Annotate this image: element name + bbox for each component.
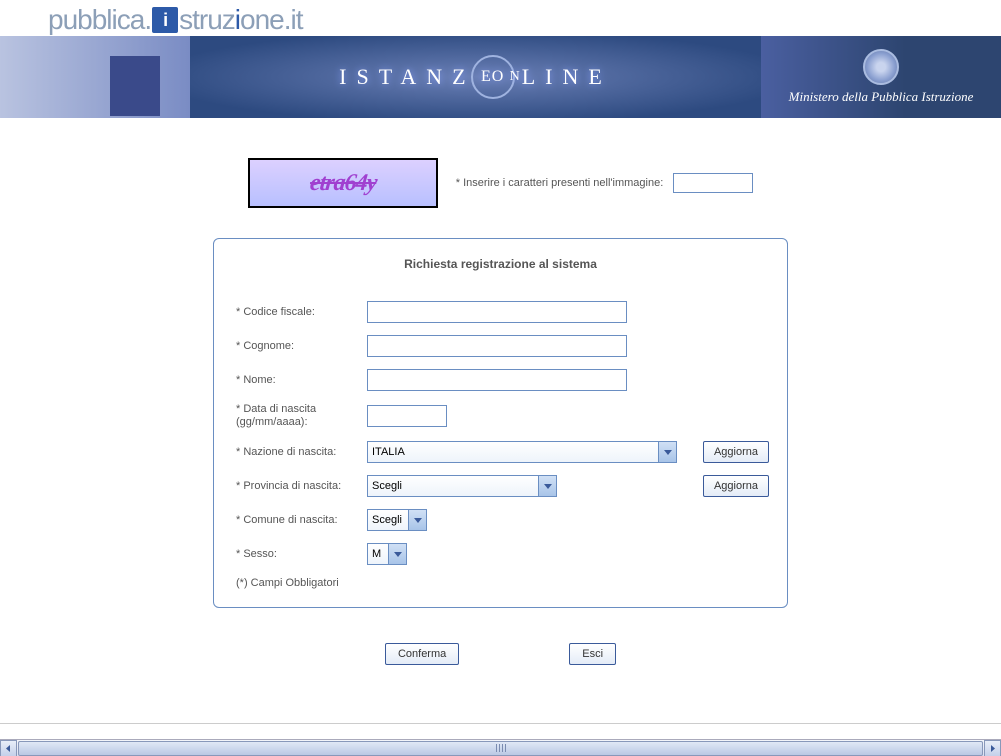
banner-left xyxy=(0,36,190,118)
page: pubblica . i struz i one .it ISTANZ EO N… xyxy=(0,0,1001,724)
banner-center: ISTANZ EO N LINE xyxy=(190,36,761,118)
header-top: pubblica . i struz i one .it xyxy=(0,0,1001,36)
label-cognome: * Cognome: xyxy=(232,340,367,352)
banner-decor-block xyxy=(110,56,160,116)
input-nome[interactable] xyxy=(367,369,627,391)
aggiorna-nazione-button[interactable]: Aggiorna xyxy=(703,441,769,463)
input-codice-fiscale[interactable] xyxy=(367,301,627,323)
label-nome: * Nome: xyxy=(232,374,367,386)
scroll-thumb[interactable] xyxy=(18,741,983,756)
select-nazione[interactable]: ITALIA xyxy=(367,441,677,463)
row-nome: * Nome: xyxy=(232,369,769,391)
scroll-left-button[interactable] xyxy=(0,740,17,756)
label-nazione: * Nazione di nascita: xyxy=(232,446,367,458)
logo-icon: i xyxy=(152,7,178,33)
registration-form: Richiesta registrazione al sistema * Cod… xyxy=(213,238,788,608)
logo-text-3: one xyxy=(240,4,284,36)
row-cognome: * Cognome: xyxy=(232,335,769,357)
scroll-track[interactable] xyxy=(17,740,984,756)
logo-tld: .it xyxy=(284,4,303,36)
captcha-row: etra64y * Inserire i caratteri presenti … xyxy=(248,158,754,208)
captcha-input[interactable] xyxy=(673,173,753,193)
select-nazione-wrapper: ITALIA xyxy=(367,441,677,463)
logo-text-1: pubblica xyxy=(48,4,144,36)
content: etra64y * Inserire i caratteri presenti … xyxy=(0,118,1001,665)
esci-button[interactable]: Esci xyxy=(569,643,616,665)
select-comune[interactable]: Scegli xyxy=(367,509,427,531)
select-provincia[interactable]: Scegli xyxy=(367,475,557,497)
row-comune: * Comune di nascita: Scegli xyxy=(232,509,769,531)
banner-title-post: LINE xyxy=(522,64,612,90)
row-provincia: * Provincia di nascita: Scegli Aggiorna xyxy=(232,475,769,497)
select-provincia-wrapper: Scegli xyxy=(367,475,557,497)
aggiorna-provincia-button[interactable]: Aggiorna xyxy=(703,475,769,497)
scroll-grip-icon xyxy=(496,744,506,752)
banner-title: ISTANZ EO N LINE xyxy=(339,55,612,99)
label-codice-fiscale: * Codice fiscale: xyxy=(232,306,367,318)
captcha-label: * Inserire i caratteri presenti nell'imm… xyxy=(456,177,664,189)
main: etra64y * Inserire i caratteri presenti … xyxy=(0,118,1001,665)
emblem-icon xyxy=(863,49,899,85)
logo-dot: . xyxy=(144,4,151,36)
required-note: (*) Campi Obbligatori xyxy=(232,577,769,589)
banner-title-circle: EO xyxy=(471,55,515,99)
banner-title-n: N xyxy=(510,69,522,85)
banner-title-pre: ISTANZ xyxy=(339,64,475,90)
conferma-button[interactable]: Conferma xyxy=(385,643,459,665)
select-sesso-wrapper: M xyxy=(367,543,407,565)
ministry-text: Ministero della Pubblica Istruzione xyxy=(789,89,974,105)
row-codice-fiscale: * Codice fiscale: xyxy=(232,301,769,323)
label-comune: * Comune di nascita: xyxy=(232,514,367,526)
row-nazione: * Nazione di nascita: ITALIA Aggiorna xyxy=(232,441,769,463)
site-logo: pubblica . i struz i one .it xyxy=(48,4,1001,36)
input-data-nascita[interactable] xyxy=(367,405,447,427)
form-title: Richiesta registrazione al sistema xyxy=(232,257,769,271)
select-comune-wrapper: Scegli xyxy=(367,509,427,531)
button-row: Conferma Esci xyxy=(385,643,616,665)
row-sesso: * Sesso: M xyxy=(232,543,769,565)
input-cognome[interactable] xyxy=(367,335,627,357)
row-data-nascita: * Data di nascita (gg/mm/aaaa): xyxy=(232,403,769,429)
logo-text-2: struz xyxy=(179,4,235,36)
label-provincia: * Provincia di nascita: xyxy=(232,480,367,492)
captcha-image: etra64y xyxy=(248,158,438,208)
label-data-nascita: * Data di nascita (gg/mm/aaaa): xyxy=(232,403,367,429)
scroll-right-button[interactable] xyxy=(984,740,1001,756)
label-sesso: * Sesso: xyxy=(232,548,367,560)
captcha-text: etra64y xyxy=(308,170,377,197)
horizontal-scrollbar[interactable] xyxy=(0,739,1001,756)
banner-right: Ministero della Pubblica Istruzione xyxy=(761,36,1001,118)
banner: ISTANZ EO N LINE Ministero della Pubblic… xyxy=(0,36,1001,118)
select-sesso[interactable]: M xyxy=(367,543,407,565)
